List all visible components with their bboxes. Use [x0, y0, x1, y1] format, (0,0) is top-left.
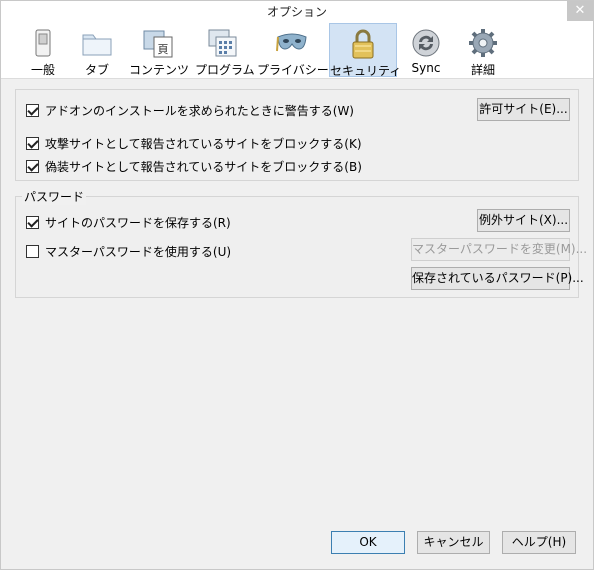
- checkbox-label: マスターパスワードを使用する(U): [45, 245, 232, 259]
- checkbox-label: サイトのパスワードを保存する(R): [45, 216, 231, 230]
- saved-passwords-button[interactable]: 保存されているパスワード(P)...: [411, 267, 584, 290]
- window-title: オプション: [266, 5, 327, 19]
- mask-icon: [276, 33, 307, 52]
- ok-button[interactable]: OK: [331, 531, 405, 554]
- options-window: オプション ✕ 一般 タブ 頁 コンテンツ プログラム プライバシー セキュリテ…: [0, 0, 594, 570]
- checkbox-box[interactable]: [26, 160, 39, 173]
- help-button[interactable]: ヘルプ(H): [502, 531, 576, 554]
- tab-security[interactable]: セキュリティ: [329, 23, 402, 78]
- category-toolbar: 一般 タブ 頁 コンテンツ プログラム プライバシー セキュリティ Sync 詳…: [1, 21, 593, 79]
- tab-label: 一般: [30, 63, 55, 77]
- tab-label: コンテンツ: [129, 63, 190, 77]
- title-bar: オプション ✕: [1, 1, 593, 21]
- sync-icon: [412, 29, 440, 57]
- tab-privacy[interactable]: プライバシー: [257, 23, 329, 77]
- block-attack-checkbox[interactable]: 攻撃サイトとして報告されているサイトをブロックする(K): [26, 135, 362, 152]
- content-page-icon: 頁: [143, 30, 173, 58]
- warn-addons-checkbox[interactable]: アドオンのインストールを求められたときに警告する(W): [26, 102, 354, 119]
- security-group: アドオンのインストールを求められたときに警告する(W) 許可サイト(E)... …: [15, 89, 579, 181]
- checkbox-box[interactable]: [26, 137, 39, 150]
- svg-text:頁: 頁: [158, 43, 169, 56]
- folder-tabs-icon: [82, 34, 112, 56]
- passwords-group: パスワード サイトのパスワードを保存する(R) 例外サイト(X)... マスター…: [15, 188, 587, 298]
- tab-label: 詳細: [470, 63, 495, 77]
- checkbox-box[interactable]: [26, 216, 39, 229]
- checkbox-label: 偽装サイトとして報告されているサイトをブロックする(B): [45, 160, 362, 174]
- checkbox-box[interactable]: [26, 104, 39, 117]
- remember-passwords-checkbox[interactable]: サイトのパスワードを保存する(R): [26, 214, 231, 231]
- cancel-button[interactable]: キャンセル: [417, 531, 490, 554]
- passwords-legend: パスワード: [22, 188, 87, 205]
- checkbox-label: アドオンのインストールを求められたときに警告する(W): [45, 104, 354, 118]
- tab-label: タブ: [84, 63, 109, 77]
- close-button[interactable]: ✕: [567, 1, 593, 21]
- padlock-icon: [352, 29, 374, 59]
- tab-content[interactable]: 頁 コンテンツ: [129, 23, 190, 77]
- tab-general[interactable]: 一般: [21, 23, 65, 77]
- checkbox-box[interactable]: [26, 245, 39, 258]
- tab-applications[interactable]: プログラム: [195, 23, 255, 77]
- master-password-checkbox[interactable]: マスターパスワードを使用する(U): [26, 243, 231, 260]
- addon-exceptions-button[interactable]: 許可サイト(E)...: [477, 98, 570, 121]
- tab-label: Sync: [411, 61, 441, 75]
- password-exceptions-button[interactable]: 例外サイト(X)...: [477, 209, 570, 232]
- tab-label: プログラム: [195, 63, 255, 77]
- gear-icon: [469, 29, 497, 57]
- tab-tabs[interactable]: タブ: [73, 23, 121, 77]
- tab-label: セキュリティ: [330, 64, 402, 78]
- applications-icon: [208, 29, 237, 57]
- block-forgery-checkbox[interactable]: 偽装サイトとして報告されているサイトをブロックする(B): [26, 158, 362, 175]
- tab-sync[interactable]: Sync: [403, 23, 449, 77]
- tab-label: プライバシー: [257, 63, 329, 77]
- switch-icon: [35, 29, 51, 57]
- tab-advanced[interactable]: 詳細: [459, 23, 507, 77]
- change-master-password-button[interactable]: マスターパスワードを変更(M)...: [411, 238, 587, 261]
- checkbox-label: 攻撃サイトとして報告されているサイトをブロックする(K): [45, 137, 362, 151]
